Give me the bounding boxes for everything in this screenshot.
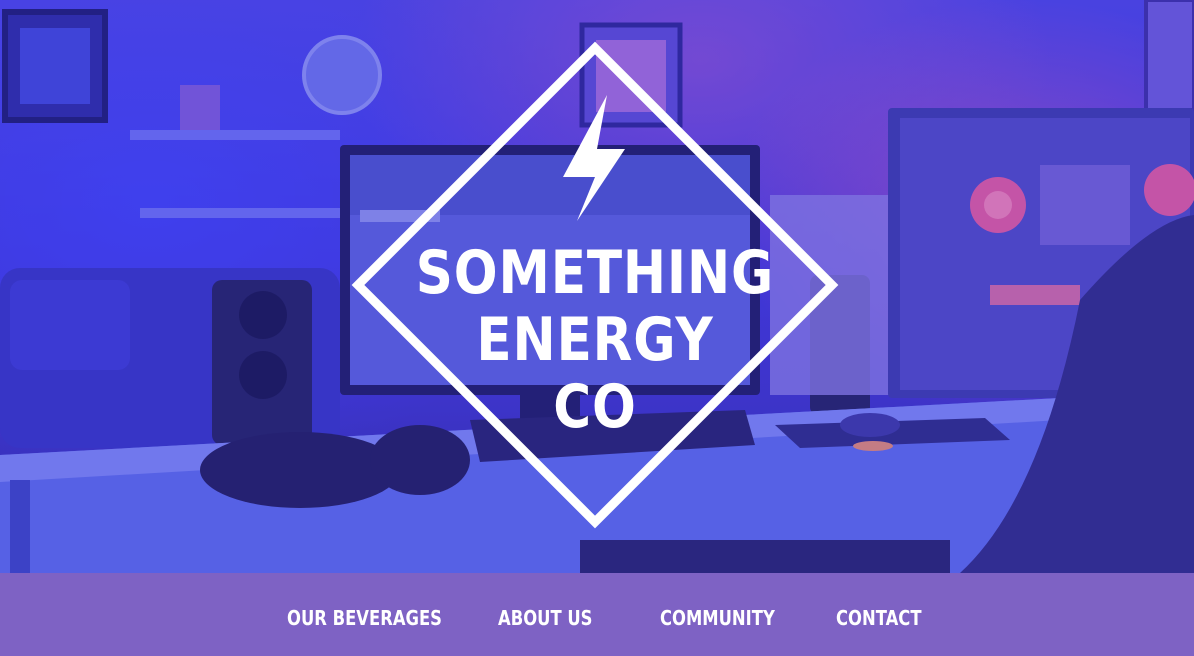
nav-link-community[interactable]: COMMUNITY bbox=[660, 606, 775, 630]
brand-logo[interactable]: SOMETHING ENERGY CO bbox=[350, 40, 840, 530]
hero-banner: SOMETHING ENERGY CO bbox=[0, 0, 1194, 573]
lightning-bolt-icon bbox=[563, 95, 625, 221]
main-navigation: OUR BEVERAGES ABOUT US COMMUNITY CONTACT bbox=[0, 573, 1194, 656]
nav-link-our-beverages[interactable]: OUR BEVERAGES bbox=[287, 606, 442, 630]
nav-link-about-us[interactable]: ABOUT US bbox=[498, 606, 592, 630]
page: SOMETHING ENERGY CO OUR BEVERAGES ABOUT … bbox=[0, 0, 1194, 656]
logo-text-line-2: ENERGY bbox=[476, 305, 714, 375]
logo-text-line-3: CO bbox=[553, 372, 637, 442]
logo-text-line-1: SOMETHING bbox=[415, 238, 775, 308]
nav-link-contact[interactable]: CONTACT bbox=[836, 606, 922, 630]
